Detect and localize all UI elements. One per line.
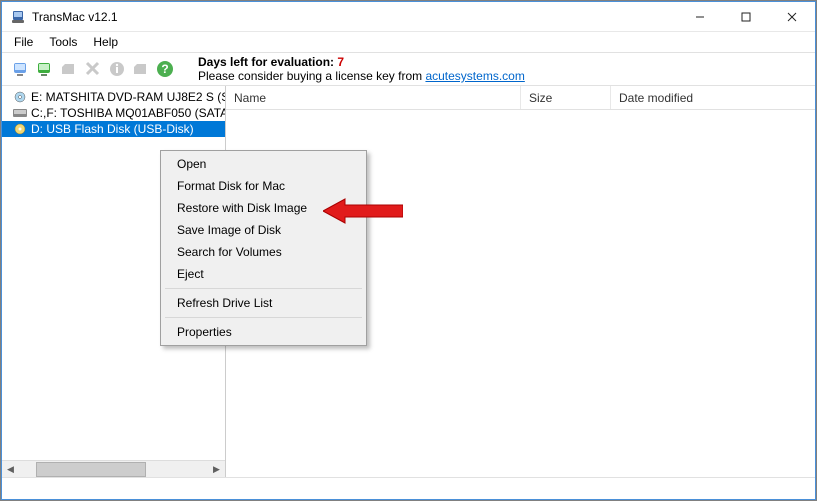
application-window: TransMac v12.1 File Tools Help ? Days le…	[1, 1, 816, 500]
toolbar: ? Days left for evaluation: 7 Please con…	[2, 52, 815, 86]
menu-bar: File Tools Help	[2, 32, 815, 52]
app-icon	[10, 9, 26, 25]
menu-separator	[165, 288, 362, 289]
tree-item-label: C:,F: TOSHIBA MQ01ABF050 (SATA-Disk)	[31, 106, 225, 120]
eval-days: 7	[337, 55, 344, 69]
column-name[interactable]: Name	[226, 86, 521, 109]
svg-text:?: ?	[161, 62, 168, 76]
status-bar	[2, 477, 815, 499]
open-mac-icon[interactable]	[12, 60, 30, 78]
title-bar[interactable]: TransMac v12.1	[2, 2, 815, 32]
context-menu: Open Format Disk for Mac Restore with Di…	[160, 150, 367, 346]
dvd-drive-icon	[12, 90, 28, 104]
scroll-left-arrow-icon[interactable]: ◀	[2, 461, 19, 478]
eval-link[interactable]: acutesystems.com	[425, 69, 524, 83]
eval-prefix: Days left for evaluation:	[198, 55, 337, 69]
list-header: Name Size Date modified	[226, 86, 815, 110]
menu-restore-image[interactable]: Restore with Disk Image	[163, 197, 364, 219]
close-button[interactable]	[769, 2, 815, 31]
window-controls	[677, 2, 815, 31]
menu-help[interactable]: Help	[85, 33, 126, 51]
app-title: TransMac v12.1	[32, 10, 677, 24]
menu-file[interactable]: File	[6, 33, 41, 51]
menu-search-volumes[interactable]: Search for Volumes	[163, 241, 364, 263]
minimize-button[interactable]	[677, 2, 723, 31]
help-icon[interactable]: ?	[156, 60, 174, 78]
menu-format-mac[interactable]: Format Disk for Mac	[163, 175, 364, 197]
maximize-button[interactable]	[723, 2, 769, 31]
menu-tools[interactable]: Tools	[41, 33, 85, 51]
tree-item-label: D: USB Flash Disk (USB-Disk)	[31, 122, 194, 136]
scroll-right-arrow-icon[interactable]: ▶	[208, 461, 225, 478]
tree-item-dvd[interactable]: E: MATSHITA DVD-RAM UJ8E2 S (SATA)	[2, 89, 225, 105]
disc-drive-icon	[12, 122, 28, 136]
scroll-thumb[interactable]	[36, 462, 146, 477]
tree-item-label: E: MATSHITA DVD-RAM UJ8E2 S (SATA)	[31, 90, 225, 104]
column-size[interactable]: Size	[521, 86, 611, 109]
menu-refresh[interactable]: Refresh Drive List	[163, 292, 364, 314]
tree-item-usb[interactable]: D: USB Flash Disk (USB-Disk)	[2, 121, 225, 137]
menu-properties[interactable]: Properties	[163, 321, 364, 343]
menu-open[interactable]: Open	[163, 153, 364, 175]
menu-eject[interactable]: Eject	[163, 263, 364, 285]
eval-line2: Please consider buying a license key fro…	[198, 69, 425, 83]
menu-save-image[interactable]: Save Image of Disk	[163, 219, 364, 241]
tree-item-hdd[interactable]: C:,F: TOSHIBA MQ01ABF050 (SATA-Disk)	[2, 105, 225, 121]
column-date[interactable]: Date modified	[611, 86, 815, 109]
content-area: E: MATSHITA DVD-RAM UJ8E2 S (SATA) C:,F:…	[2, 86, 815, 477]
info-icon[interactable]	[108, 60, 126, 78]
menu-separator	[165, 317, 362, 318]
save-mac-icon[interactable]	[36, 60, 54, 78]
delete-icon[interactable]	[84, 60, 102, 78]
new-folder-icon[interactable]	[132, 60, 150, 78]
copy-icon[interactable]	[60, 60, 78, 78]
hard-drive-icon	[12, 106, 28, 120]
tree-horizontal-scrollbar[interactable]: ◀ ▶	[2, 460, 225, 477]
evaluation-message: Days left for evaluation: 7 Please consi…	[198, 55, 525, 83]
